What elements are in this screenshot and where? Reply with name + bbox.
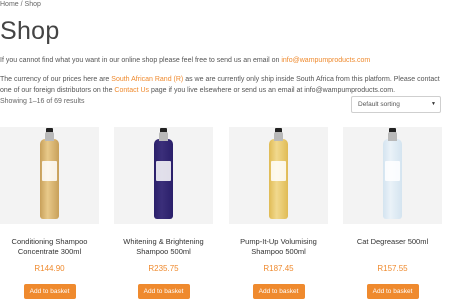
product-image[interactable] <box>343 127 442 224</box>
product-image[interactable] <box>229 127 328 224</box>
product-price: R144.90 <box>34 264 65 273</box>
bottle-illustration <box>269 128 288 219</box>
currency-notice: The currency of our prices here are Sout… <box>0 74 446 96</box>
chevron-down-icon: ▼ <box>431 101 436 107</box>
intro-email-link[interactable]: info@wampumproducts.com <box>281 57 370 64</box>
bottle-neck <box>159 132 168 141</box>
intro-text: If you cannot find what you want in our … <box>0 57 282 64</box>
product-image[interactable] <box>114 127 213 224</box>
sorting-selected-value: Default sorting <box>358 101 400 108</box>
bottle-label <box>385 161 400 181</box>
bottle-label <box>156 161 171 181</box>
product-card[interactable]: Conditioning Shampoo Concentrate 300ml R1… <box>0 127 99 299</box>
currency-highlight: South African Rand (R) <box>111 76 184 83</box>
currency-notice-part1: The currency of our prices here are <box>0 76 112 83</box>
page-title: Shop <box>0 17 60 45</box>
bottle-label <box>42 161 57 181</box>
product-name[interactable]: Cat Degreaser 500ml <box>343 237 442 257</box>
product-card[interactable]: Whitening & Brightening Shampoo 500ml R23… <box>114 127 213 299</box>
add-to-basket-button[interactable]: Add to basket <box>252 284 305 299</box>
product-card[interactable]: Cat Degreaser 500ml R157.55 Add to basket <box>343 127 442 299</box>
intro-paragraph: If you cannot find what you want in our … <box>0 56 370 65</box>
add-to-basket-button[interactable]: Add to basket <box>137 284 190 299</box>
currency-notice-part3: page if you live elsewhere or send us an… <box>149 87 396 94</box>
bottle-neck <box>45 132 54 141</box>
sorting-select[interactable]: Default sorting ▼ <box>351 96 441 113</box>
add-to-basket-button[interactable]: Add to basket <box>366 284 419 299</box>
bottle-illustration <box>40 128 59 219</box>
bottle-illustration <box>383 128 402 219</box>
product-price: R235.75 <box>148 264 179 273</box>
product-price: R187.45 <box>263 264 294 273</box>
bottle-illustration <box>154 128 173 219</box>
bottle-label <box>271 161 286 181</box>
product-name[interactable]: Whitening & Brightening Shampoo 500ml <box>114 237 213 257</box>
breadcrumb-home-link[interactable]: Home <box>0 1 19 8</box>
product-name[interactable]: Conditioning Shampoo Concentrate 300ml <box>0 237 99 257</box>
breadcrumb-current: Shop <box>24 1 41 8</box>
product-image[interactable] <box>0 127 99 224</box>
product-price: R157.55 <box>377 264 408 273</box>
contact-us-link[interactable]: Contact Us <box>114 87 149 94</box>
bottle-neck <box>388 132 397 141</box>
add-to-basket-button[interactable]: Add to basket <box>23 284 76 299</box>
product-name[interactable]: Pump-It-Up Volumising Shampoo 500ml <box>229 237 328 257</box>
bottle-neck <box>274 132 283 141</box>
product-card[interactable]: Pump-It-Up Volumising Shampoo 500ml R187.… <box>229 127 328 299</box>
breadcrumb: Home / Shop <box>0 1 41 8</box>
result-count: Showing 1–16 of 69 results <box>0 98 85 105</box>
